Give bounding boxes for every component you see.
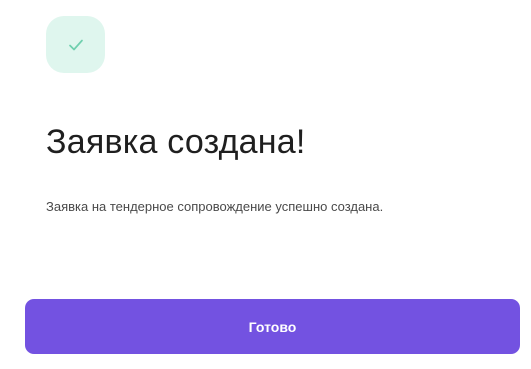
success-dialog: Заявка создана! Заявка на тендерное сопр… (0, 0, 531, 369)
dialog-title: Заявка создана! (46, 123, 306, 161)
done-button[interactable]: Готово (25, 299, 520, 354)
success-badge (46, 16, 105, 73)
check-icon (68, 38, 84, 52)
dialog-description: Заявка на тендерное сопровождение успешн… (46, 199, 384, 214)
